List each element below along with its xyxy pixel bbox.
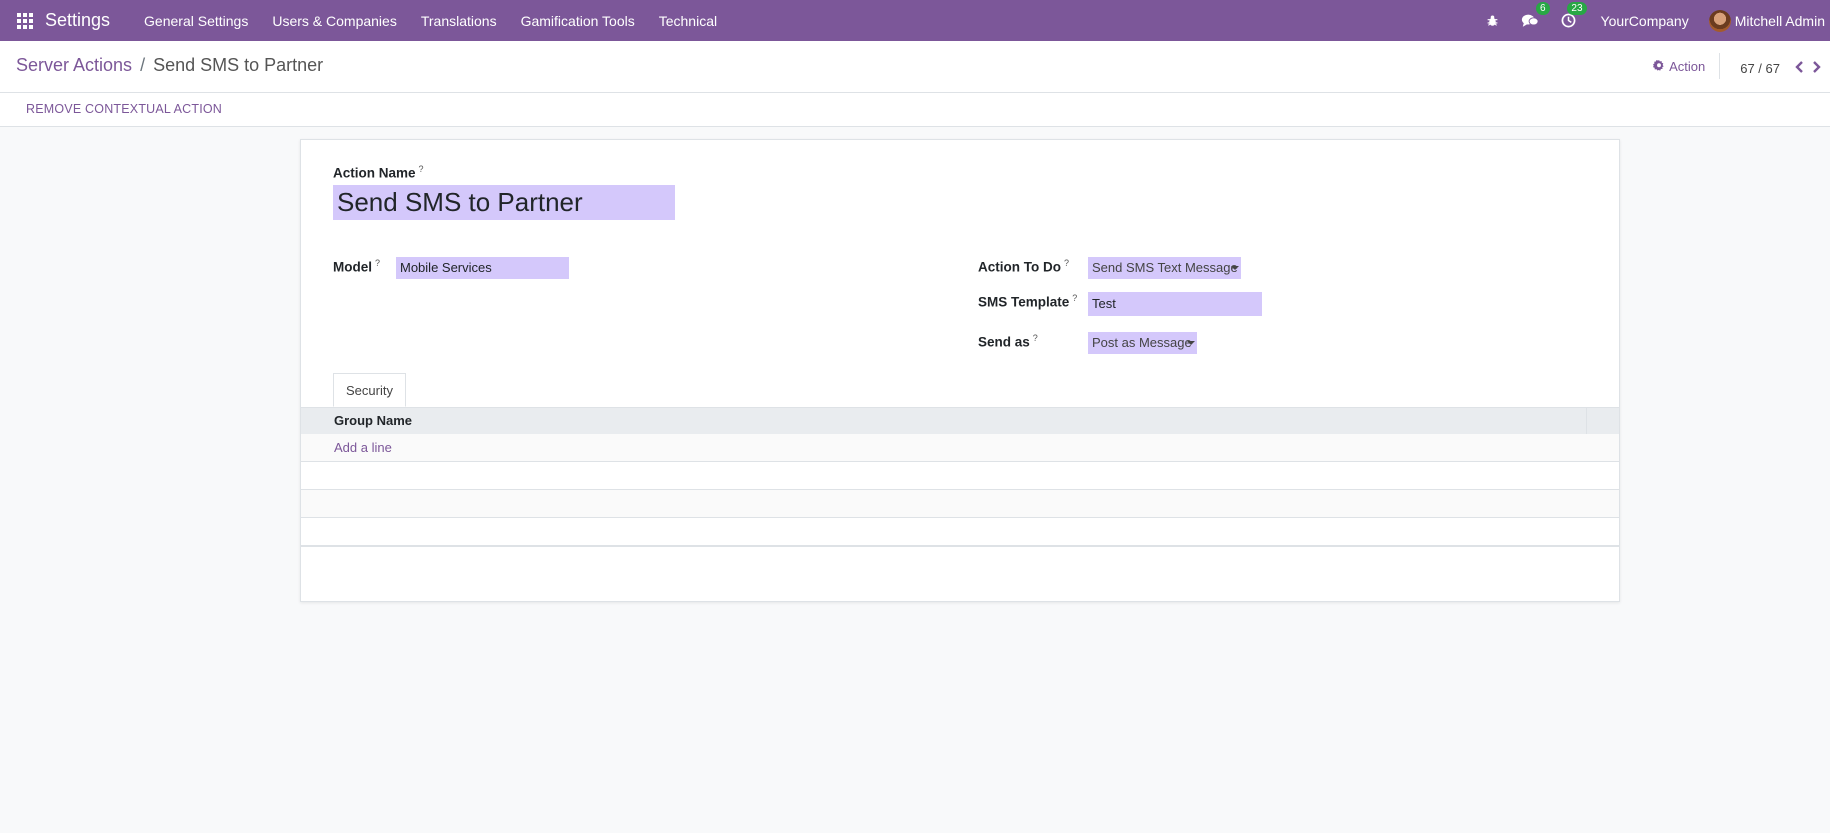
sms-template-label-text: SMS Template bbox=[978, 294, 1070, 310]
avatar bbox=[1708, 9, 1731, 32]
help-icon[interactable]: ? bbox=[1033, 333, 1038, 343]
table-row bbox=[301, 490, 1619, 518]
action-name-label: Action Name? bbox=[333, 164, 424, 181]
breadcrumb-current: Send SMS to Partner bbox=[153, 55, 324, 75]
table-header: Group Name bbox=[301, 408, 1619, 434]
pager-previous-icon[interactable] bbox=[1794, 60, 1804, 76]
activities-clock-icon[interactable]: 23 bbox=[1561, 2, 1587, 28]
help-icon[interactable]: ? bbox=[375, 258, 380, 268]
top-navbar: Settings General Settings Users & Compan… bbox=[0, 0, 1830, 41]
app-name[interactable]: Settings bbox=[45, 10, 110, 31]
column-divider bbox=[1586, 408, 1587, 434]
pager-value[interactable]: 67 / 67 bbox=[1740, 61, 1780, 76]
breadcrumb-server-actions[interactable]: Server Actions bbox=[16, 55, 132, 76]
action-to-do-label-text: Action To Do bbox=[978, 259, 1061, 275]
help-icon[interactable]: ? bbox=[1072, 293, 1077, 303]
menu-gamification-tools[interactable]: Gamification Tools bbox=[509, 13, 647, 29]
model-label: Model? bbox=[333, 258, 380, 275]
send-as-label-text: Send as bbox=[978, 334, 1030, 350]
model-field[interactable]: Mobile Services bbox=[396, 257, 569, 279]
remove-contextual-action-button[interactable]: REMOVE CONTEXTUAL ACTION bbox=[26, 102, 222, 116]
table-row bbox=[301, 462, 1619, 490]
menu-translations[interactable]: Translations bbox=[409, 13, 509, 29]
sms-template-label: SMS Template? bbox=[978, 293, 1077, 310]
sms-template-field[interactable]: Test bbox=[1088, 292, 1262, 316]
control-panel-right: Action 67 / 67 bbox=[1653, 53, 1830, 79]
table-row bbox=[301, 518, 1619, 546]
tab-security[interactable]: Security bbox=[333, 373, 406, 407]
table-row: Add a line bbox=[301, 434, 1619, 462]
form-button-bar: REMOVE CONTEXTUAL ACTION bbox=[0, 93, 1830, 127]
action-button-label: Action bbox=[1669, 58, 1706, 74]
messages-count-badge: 6 bbox=[1535, 2, 1550, 15]
form-sheet: Action Name? Send SMS to Partner Model? … bbox=[300, 139, 1620, 602]
action-to-do-label: Action To Do? bbox=[978, 258, 1069, 275]
apps-menu-icon[interactable] bbox=[16, 12, 34, 30]
send-as-select[interactable]: Post as Message bbox=[1088, 332, 1197, 354]
add-line-link[interactable]: Add a line bbox=[334, 440, 392, 455]
breadcrumb-separator: / bbox=[140, 55, 146, 75]
company-switcher[interactable]: YourCompany bbox=[1601, 13, 1689, 29]
control-panel: Server Actions / Send SMS to Partner Act… bbox=[0, 41, 1830, 93]
pager-next-icon[interactable] bbox=[1812, 60, 1822, 76]
activities-count-badge: 23 bbox=[1567, 2, 1587, 15]
chevron-down-icon bbox=[1231, 266, 1239, 270]
breadcrumb: Server Actions / Send SMS to Partner bbox=[16, 55, 323, 76]
gear-icon bbox=[1653, 60, 1664, 71]
action-name-label-text: Action Name bbox=[333, 165, 416, 181]
navbar-systray: 6 23 YourCompany Mitchell Admin bbox=[1475, 0, 1830, 41]
messages-icon[interactable]: 6 bbox=[1521, 2, 1550, 28]
menu-general-settings[interactable]: General Settings bbox=[132, 13, 260, 29]
chevron-down-icon bbox=[1187, 341, 1195, 345]
help-icon[interactable]: ? bbox=[1064, 258, 1069, 268]
user-menu[interactable]: Mitchell Admin bbox=[1708, 9, 1825, 32]
menu-technical[interactable]: Technical bbox=[647, 13, 729, 29]
user-name: Mitchell Admin bbox=[1734, 12, 1825, 29]
menu-users-companies[interactable]: Users & Companies bbox=[260, 13, 409, 29]
action-to-do-value: Send SMS Text Message bbox=[1092, 260, 1238, 275]
action-to-do-select[interactable]: Send SMS Text Message bbox=[1088, 257, 1241, 279]
send-as-value: Post as Message bbox=[1092, 335, 1192, 350]
table-bottom-border bbox=[301, 546, 1619, 547]
column-group-name[interactable]: Group Name bbox=[334, 413, 412, 428]
debug-bug-icon[interactable] bbox=[1486, 14, 1499, 27]
help-icon[interactable]: ? bbox=[419, 164, 424, 174]
send-as-label: Send as? bbox=[978, 333, 1038, 350]
action-name-input[interactable]: Send SMS to Partner bbox=[333, 185, 675, 220]
action-button[interactable]: Action bbox=[1653, 53, 1721, 79]
model-label-text: Model bbox=[333, 259, 372, 275]
